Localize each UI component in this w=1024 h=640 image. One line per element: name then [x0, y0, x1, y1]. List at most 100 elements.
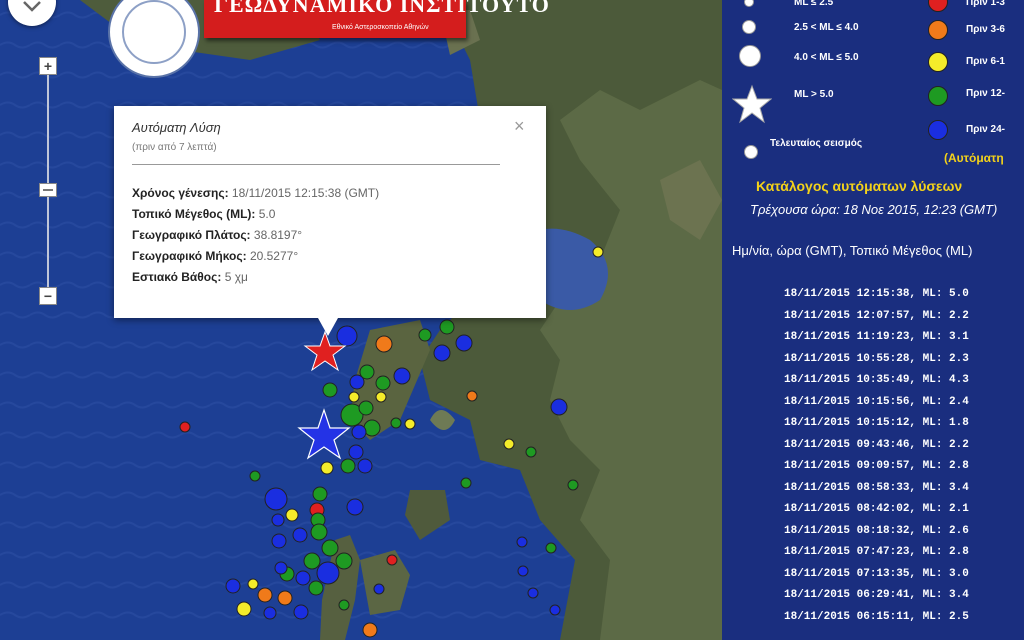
quake-marker[interactable] — [362, 622, 378, 638]
catalog-entry[interactable]: 18/11/2015 10:15:56, ML: 2.4 — [784, 396, 969, 418]
catalog-entry[interactable]: 18/11/2015 11:19:23, ML: 3.1 — [784, 331, 969, 353]
close-icon[interactable]: × — [514, 116, 525, 137]
quake-marker[interactable] — [550, 398, 568, 416]
quake-marker[interactable] — [264, 487, 288, 511]
quake-marker[interactable] — [404, 418, 416, 430]
zoom-out-button[interactable]: − — [39, 287, 57, 305]
quake-marker[interactable] — [349, 374, 365, 390]
catalog-entry[interactable]: 18/11/2015 10:35:49, ML: 4.3 — [784, 374, 969, 396]
quake-marker[interactable] — [567, 479, 579, 491]
quake-marker[interactable] — [549, 604, 561, 616]
quake-marker[interactable] — [335, 552, 353, 570]
quake-marker[interactable] — [517, 565, 529, 577]
legend-last-quake-icon — [744, 145, 758, 159]
quake-marker[interactable] — [516, 536, 528, 548]
zoom-in-button[interactable]: + — [39, 57, 57, 75]
quake-marker[interactable] — [247, 578, 259, 590]
popup-row-latitude: Γεωγραφικό Πλάτος: 38.8197° — [132, 228, 302, 242]
quake-marker[interactable] — [338, 599, 350, 611]
catalog-entry[interactable]: 18/11/2015 12:07:57, ML: 2.2 — [784, 310, 969, 332]
quake-marker[interactable] — [249, 470, 261, 482]
popup-row-origin-time: Χρόνος γένεσης: 18/11/2015 12:15:38 (GMT… — [132, 186, 379, 200]
quake-marker[interactable] — [274, 561, 288, 575]
earthquake-info-popup: Αυτόματη Λύση (πριν από 7 λεπτά) × Χρόνο… — [114, 106, 546, 336]
legend-age-dot-icon — [928, 20, 948, 40]
catalog-entry[interactable]: 18/11/2015 07:47:23, ML: 2.8 — [784, 546, 969, 568]
quake-marker[interactable] — [357, 458, 373, 474]
quake-marker[interactable] — [348, 444, 364, 460]
quake-marker[interactable] — [295, 570, 311, 586]
quake-marker[interactable] — [346, 498, 364, 516]
quake-marker[interactable] — [351, 424, 367, 440]
quake-marker[interactable] — [466, 390, 478, 402]
legend-age-label: Πριν 6-1 — [966, 56, 1005, 67]
catalog-entry[interactable]: 18/11/2015 09:09:57, ML: 2.8 — [784, 460, 969, 482]
quake-marker[interactable] — [340, 458, 356, 474]
quake-marker[interactable] — [439, 319, 455, 335]
quake-marker[interactable] — [373, 583, 385, 595]
quake-marker[interactable] — [418, 328, 432, 342]
catalog-entry[interactable]: 18/11/2015 06:29:41, ML: 3.4 — [784, 589, 969, 611]
institute-title: ΓΕΩΔΥΝΑΜΙΚΟ ΙΝΣΤΙΤΟΥΤΟ — [214, 0, 550, 17]
quake-marker[interactable] — [525, 446, 537, 458]
catalog-entry[interactable]: 18/11/2015 08:58:33, ML: 3.4 — [784, 482, 969, 504]
quake-marker[interactable] — [390, 417, 402, 429]
catalog-entry[interactable]: 18/11/2015 08:18:32, ML: 2.6 — [784, 525, 969, 547]
legend-size-small-icon — [742, 20, 756, 34]
legend-age-dot-icon — [928, 120, 948, 140]
legend-age-label: Πριν 1-3 — [966, 0, 1005, 8]
quake-marker[interactable] — [320, 461, 334, 475]
quake-marker[interactable] — [393, 367, 411, 385]
chevron-down-icon — [23, 1, 41, 12]
quake-marker[interactable] — [310, 523, 328, 541]
catalog-entry[interactable]: 18/11/2015 08:42:02, ML: 2.1 — [784, 503, 969, 525]
catalog-entry[interactable]: 18/11/2015 09:43:46, ML: 2.2 — [784, 439, 969, 461]
catalog-entry[interactable]: 18/11/2015 06:15:11, ML: 2.5 — [784, 611, 969, 633]
quake-marker[interactable] — [257, 587, 273, 603]
quake-marker[interactable] — [358, 400, 374, 416]
quake-marker[interactable] — [363, 419, 381, 437]
institute-subtitle: Εθνικό Αστεροσκοπείο Αθηνών — [332, 24, 429, 31]
quake-marker[interactable] — [322, 382, 338, 398]
catalog-entry[interactable]: 18/11/2015 12:15:38, ML: 5.0 — [784, 288, 969, 310]
popup-row-longitude: Γεωγραφικό Μήκος: 20.5277° — [132, 249, 298, 263]
quake-marker[interactable] — [236, 601, 252, 617]
quake-marker[interactable] — [592, 246, 604, 258]
quake-marker[interactable] — [545, 542, 557, 554]
quake-marker[interactable] — [375, 375, 391, 391]
legend-age-label: Πριν 3-6 — [966, 24, 1005, 35]
quake-marker[interactable] — [527, 587, 539, 599]
catalog-entry[interactable]: 18/11/2015 10:15:12, ML: 1.8 — [784, 417, 969, 439]
popup-subtitle: (πριν από 7 λεπτά) — [132, 142, 217, 153]
quake-marker[interactable] — [316, 561, 340, 585]
quake-marker[interactable] — [312, 486, 328, 502]
catalog-entry[interactable]: 18/11/2015 07:13:35, ML: 3.0 — [784, 568, 969, 590]
quake-marker[interactable] — [375, 335, 393, 353]
quake-marker[interactable] — [386, 554, 398, 566]
quake-marker[interactable] — [225, 578, 241, 594]
quake-marker[interactable] — [348, 391, 360, 403]
quake-marker[interactable] — [336, 325, 358, 347]
catalog-title: Κατάλογος αυτόματων λύσεων — [756, 178, 963, 194]
quake-marker[interactable] — [292, 527, 308, 543]
quake-marker[interactable] — [271, 533, 287, 549]
quake-marker[interactable] — [277, 590, 293, 606]
quake-marker[interactable] — [433, 344, 451, 362]
legend-size-tiny-icon — [744, 0, 754, 7]
quake-marker[interactable] — [179, 421, 191, 433]
quake-marker[interactable] — [375, 391, 387, 403]
quake-marker[interactable] — [503, 438, 515, 450]
map-view[interactable]: ΓΕΩΔΥΝΑΜΙΚΟ ΙΝΣΤΙΤΟΥΤΟ Εθνικό Αστεροσκοπ… — [0, 0, 722, 640]
quake-marker[interactable] — [271, 513, 285, 527]
quake-marker[interactable] — [263, 606, 277, 620]
quake-marker[interactable] — [321, 539, 339, 557]
quake-marker[interactable] — [460, 477, 472, 489]
quake-marker[interactable] — [293, 604, 309, 620]
zoom-slider-handle[interactable] — [39, 183, 57, 197]
quake-marker[interactable] — [303, 552, 321, 570]
quake-marker[interactable] — [455, 334, 473, 352]
quake-marker[interactable] — [285, 508, 299, 522]
catalog-entry[interactable]: 18/11/2015 10:55:28, ML: 2.3 — [784, 353, 969, 375]
quake-marker[interactable] — [308, 580, 324, 596]
zoom-slider-track[interactable] — [47, 58, 49, 298]
